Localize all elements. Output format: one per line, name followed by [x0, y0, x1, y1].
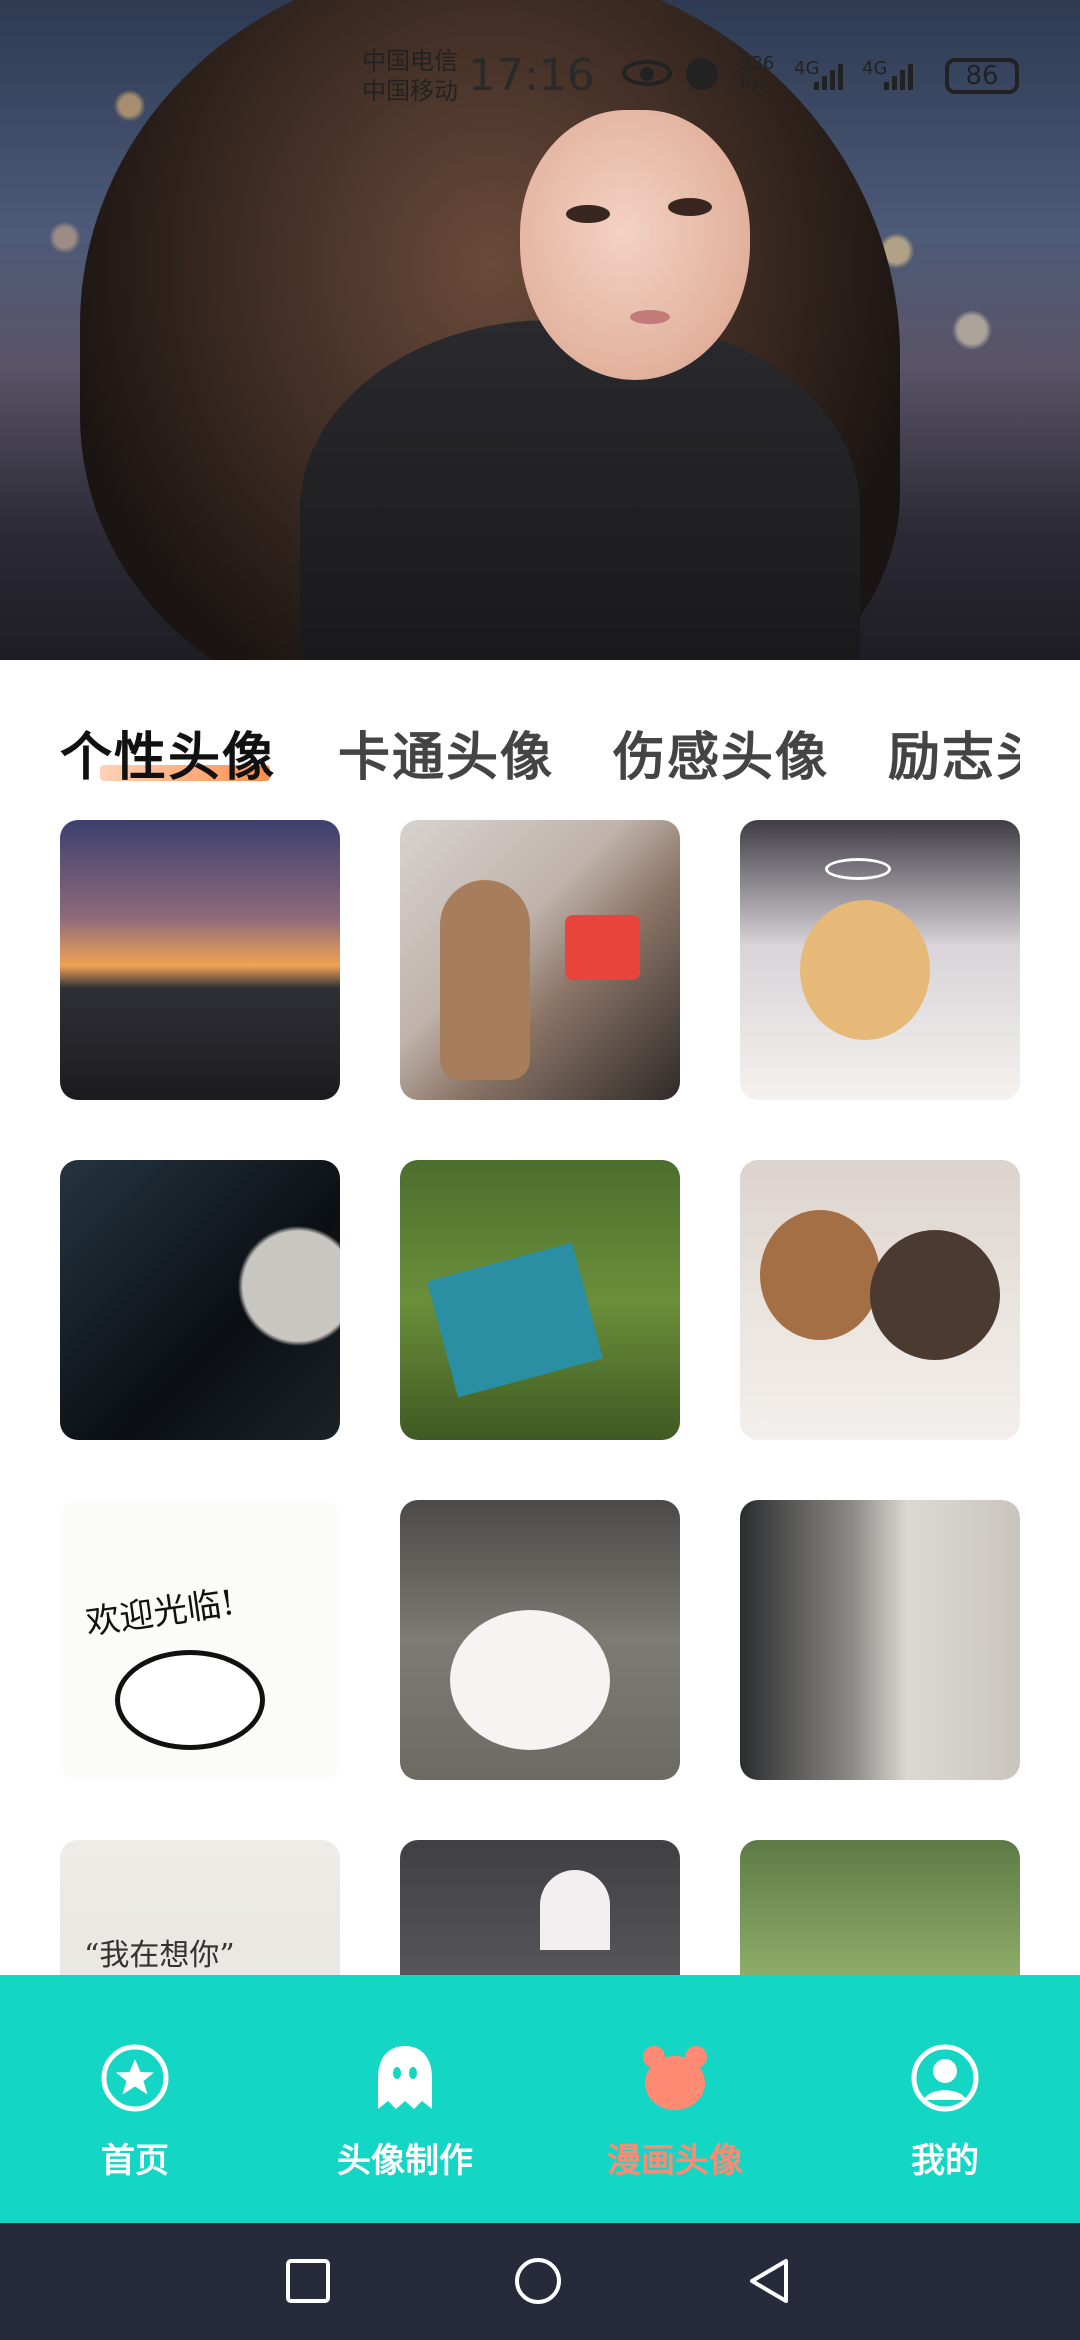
- battery-icon: 86: [945, 58, 1019, 94]
- teddy-bear-shape: [870, 1230, 1000, 1360]
- hero-lips: [630, 310, 670, 324]
- avatar-tile[interactable]: [400, 1160, 680, 1440]
- avatar-tile[interactable]: [60, 820, 340, 1100]
- candle-shape: [565, 915, 640, 980]
- halo-shape: [825, 858, 891, 880]
- tab-sad-avatar[interactable]: 伤感头像: [613, 715, 829, 790]
- kitten-shape: [800, 900, 930, 1040]
- avatar-tile[interactable]: [740, 1160, 1020, 1440]
- avatar-tile[interactable]: [60, 1160, 340, 1440]
- nav-label: 头像制作: [337, 2141, 473, 2181]
- cat-shape: [440, 880, 530, 1080]
- avatar-tile[interactable]: [400, 1500, 680, 1780]
- star-icon: [101, 2044, 169, 2112]
- tile-note-text: “我在想你”: [84, 1938, 235, 1973]
- carrier-2: 中国移动: [362, 77, 458, 105]
- signal-bars-1-icon: [814, 60, 843, 90]
- tab-personal-avatar[interactable]: 个性头像: [60, 715, 276, 790]
- book-shape: [427, 1242, 603, 1398]
- dress-shape: [540, 1870, 610, 1950]
- tab-label: 励志头像: [888, 728, 1020, 788]
- tab-inspirational-avatar[interactable]: 励志头像: [888, 715, 1020, 790]
- hero-coat: [300, 320, 860, 660]
- tile-doodle-text: 欢迎光临!: [83, 1582, 238, 1644]
- network-speed-unit: B/s: [740, 73, 768, 94]
- hero-eye-left: [566, 205, 610, 223]
- system-navigation-bar: [0, 2223, 1080, 2340]
- nav-label: 首页: [101, 2141, 169, 2181]
- nav-home[interactable]: 首页: [0, 1975, 270, 2223]
- tab-label: 个性头像: [60, 728, 277, 788]
- avatar-tile[interactable]: [740, 1500, 1020, 1780]
- hero-face: [520, 110, 750, 380]
- hero-eye-right: [668, 198, 712, 216]
- network-speed-value: 336: [740, 53, 775, 74]
- back-icon[interactable]: [746, 2257, 794, 2305]
- avatar-grid: 欢迎光临! “我在想你”: [60, 820, 1020, 1975]
- avatar-tile[interactable]: [400, 1840, 680, 1975]
- category-tabs: 个性头像 卡通头像 伤感头像 励志头像: [60, 715, 1020, 795]
- bear-icon: [643, 2046, 707, 2110]
- nav-profile[interactable]: 我的: [810, 1975, 1080, 2223]
- doodle-dog-shape: [115, 1650, 265, 1750]
- avatar-tile[interactable]: [740, 820, 1020, 1100]
- person-icon: [911, 2044, 979, 2112]
- teddy-bear-shape: [760, 1210, 880, 1340]
- home-icon[interactable]: [514, 2257, 562, 2305]
- status-time: 17:16: [468, 50, 595, 101]
- avatar-tile[interactable]: 欢迎光临!: [60, 1500, 340, 1780]
- bottom-navigation: 首页 头像制作 漫画头像 我的: [0, 1975, 1080, 2223]
- do-not-disturb-icon: [686, 58, 718, 90]
- carrier-labels: 中国电信 中国移动: [362, 46, 458, 106]
- carrier-1: 中国电信: [362, 47, 458, 75]
- avatar-tile[interactable]: “我在想你”: [60, 1840, 340, 1975]
- white-dog-shape: [450, 1610, 610, 1750]
- signal-bars-2-icon: [884, 60, 913, 90]
- tab-label: 伤感头像: [613, 728, 830, 788]
- avatar-tile[interactable]: [400, 820, 680, 1100]
- nav-label: 我的: [911, 2141, 979, 2181]
- nav-label: 漫画头像: [607, 2141, 743, 2181]
- recent-apps-icon[interactable]: [284, 2257, 332, 2305]
- tab-cartoon-avatar[interactable]: 卡通头像: [338, 715, 554, 790]
- status-bar: 中国电信 中国移动 17:16 336 B/s 4G 4G 86: [0, 40, 1080, 120]
- avatar-tile[interactable]: [740, 1840, 1020, 1975]
- network-speed: 336 B/s: [740, 54, 774, 94]
- battery-level: 86: [965, 61, 999, 91]
- nav-avatar-maker[interactable]: 头像制作: [270, 1975, 540, 2223]
- eye-comfort-icon: [622, 60, 672, 86]
- ghost-icon: [378, 2046, 432, 2109]
- nav-comic-avatar[interactable]: 漫画头像: [540, 1975, 810, 2223]
- tab-label: 卡通头像: [338, 728, 555, 788]
